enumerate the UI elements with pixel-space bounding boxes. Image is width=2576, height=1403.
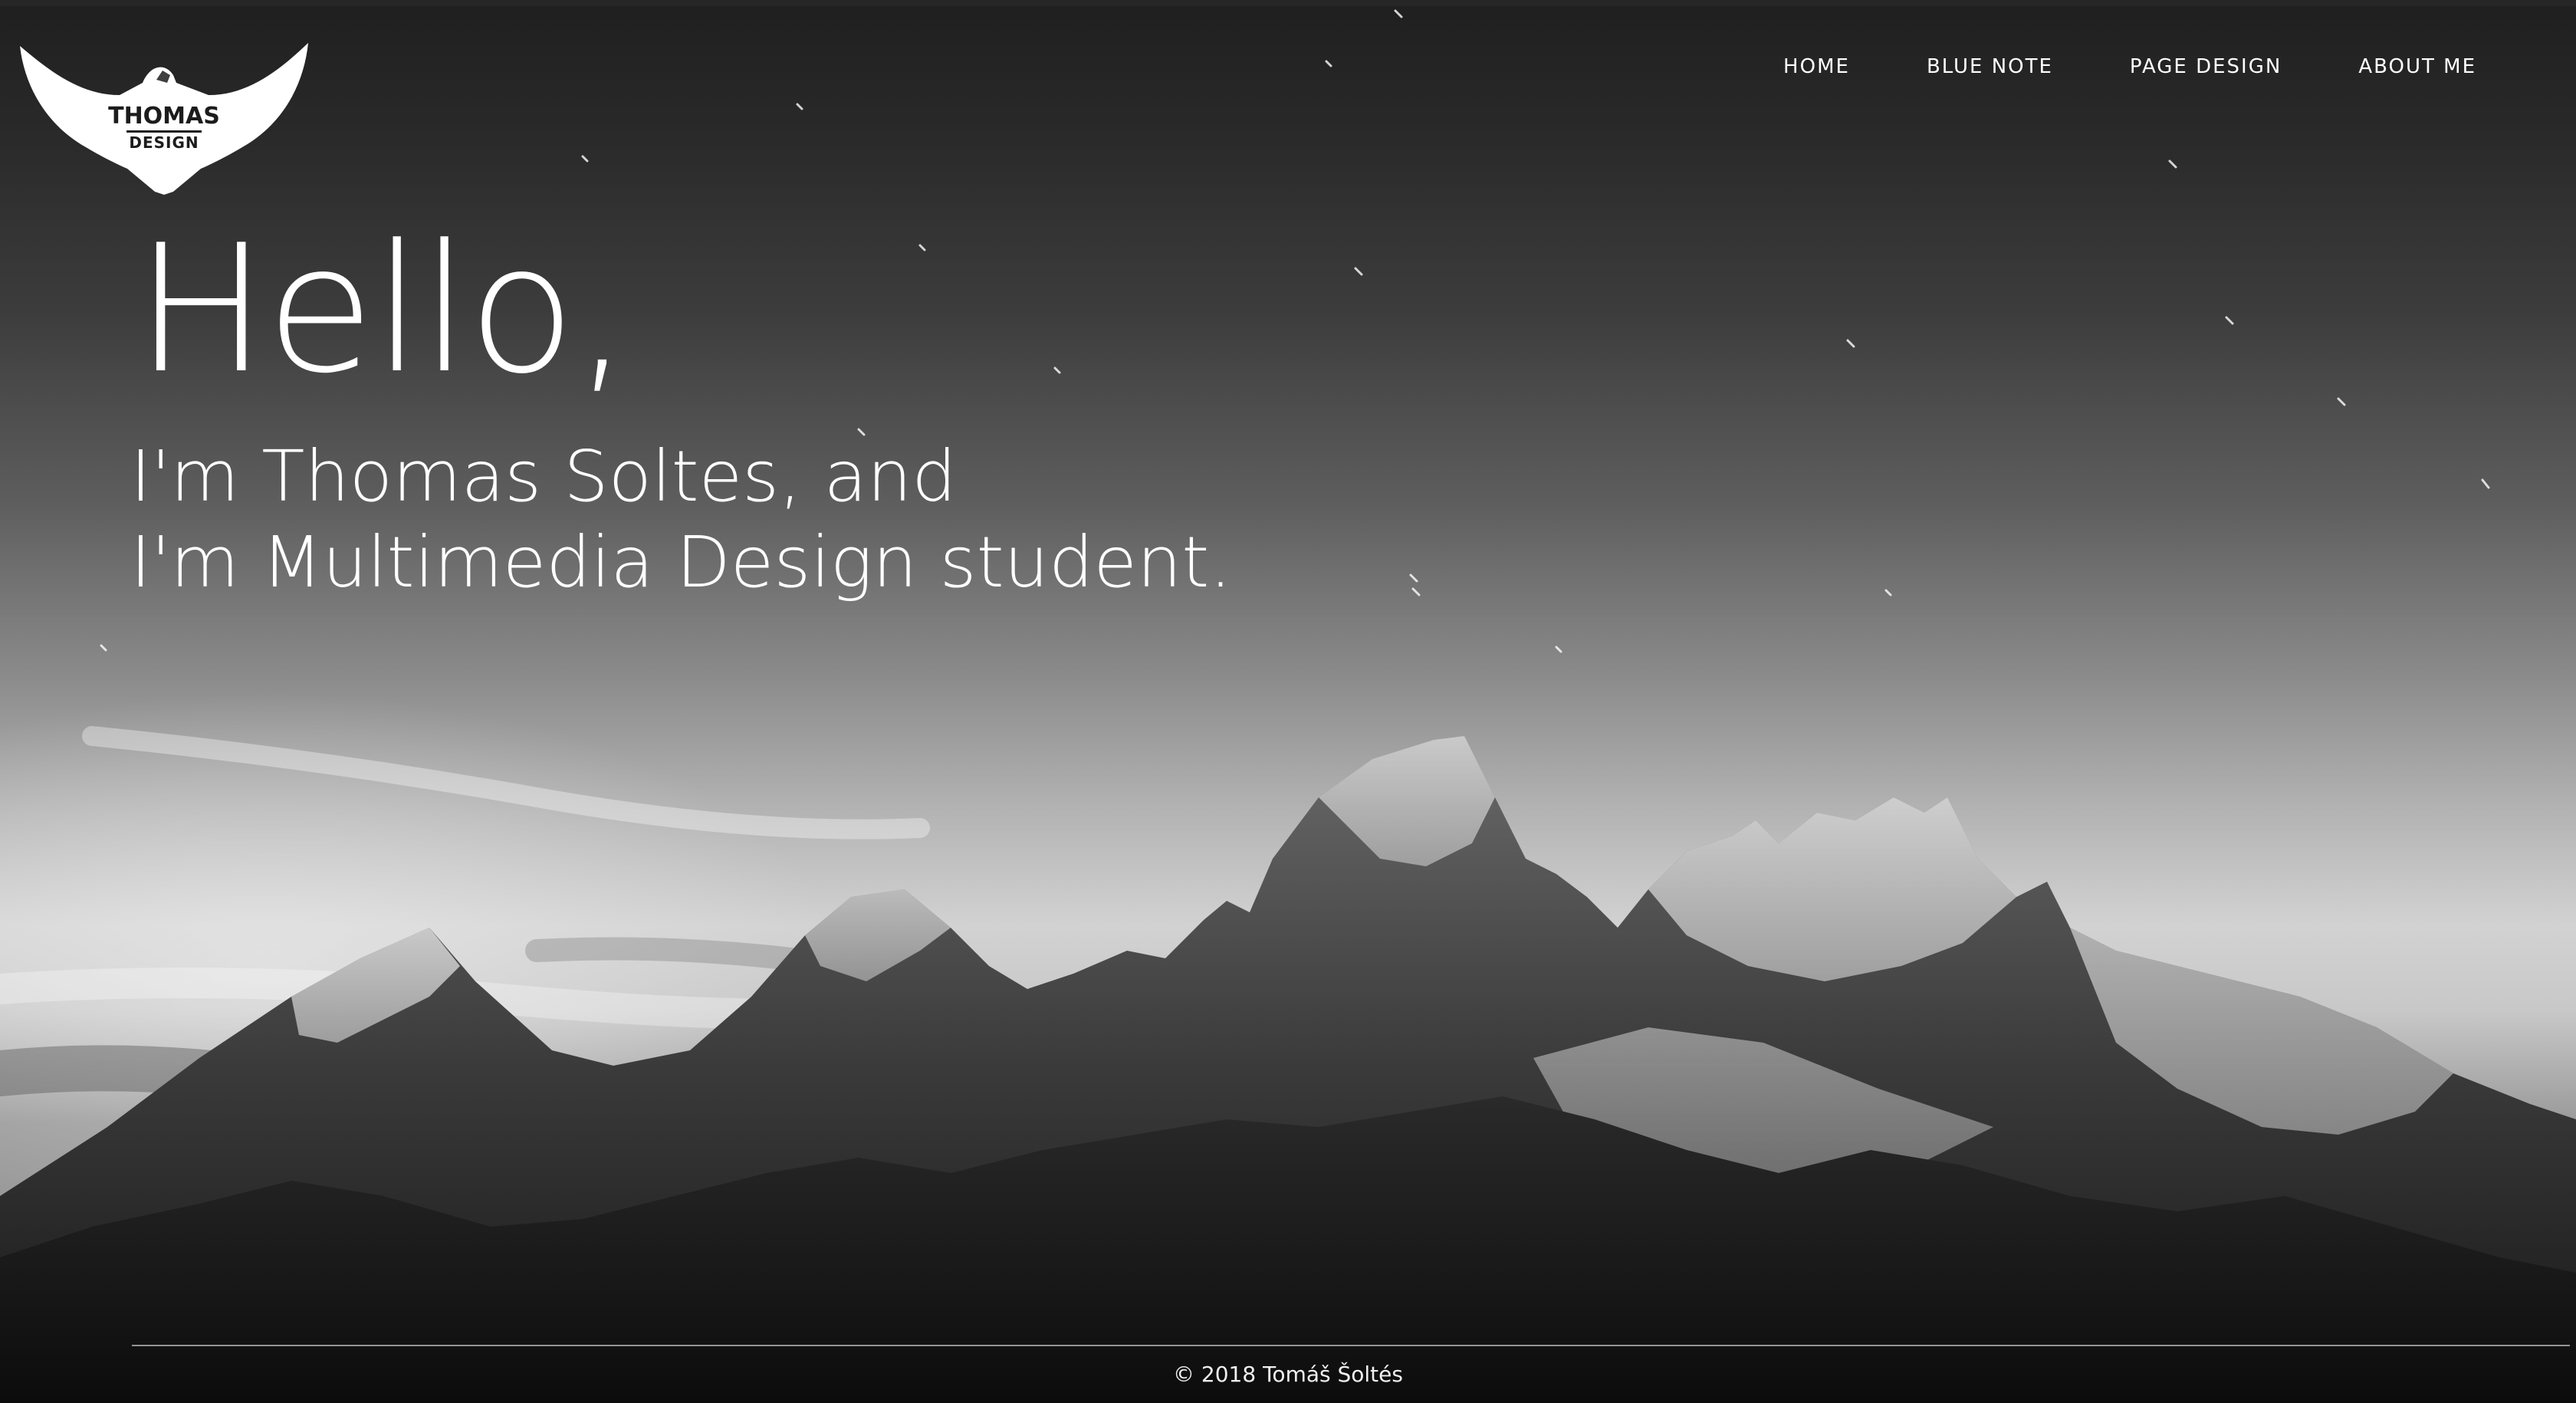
hero-section: Hello, I'm Thomas Soltes, and I'm Multim…: [130, 207, 1232, 606]
top-border: [0, 0, 2576, 6]
nav-item-page-design[interactable]: PAGE DESIGN: [2130, 55, 2282, 78]
logo-subtitle: DESIGN: [129, 133, 199, 152]
footer-copyright: © 2018 Tomáš Šoltés: [1173, 1362, 1403, 1387]
main-nav: HOME BLUE NOTE PAGE DESIGN ABOUT ME: [1707, 55, 2476, 78]
nav-item-blue-note[interactable]: BLUE NOTE: [1927, 55, 2053, 78]
footer-divider: [132, 1345, 2570, 1346]
logo-divider: [127, 130, 202, 133]
logo-title: THOMAS: [108, 103, 220, 130]
hero-greeting: Hello,: [135, 208, 630, 412]
nav-item-about-me[interactable]: ABOUT ME: [2358, 55, 2476, 78]
page: THOMAS DESIGN HOME BLUE NOTE PAGE DESIGN…: [0, 0, 2576, 1403]
hero-intro-line-1: I'm Thomas Soltes, and: [130, 435, 957, 518]
site-logo[interactable]: THOMAS DESIGN: [20, 41, 308, 195]
hero-intro-line-2: I'm Multimedia Design student.: [130, 521, 1232, 603]
nav-item-home[interactable]: HOME: [1783, 55, 1850, 78]
